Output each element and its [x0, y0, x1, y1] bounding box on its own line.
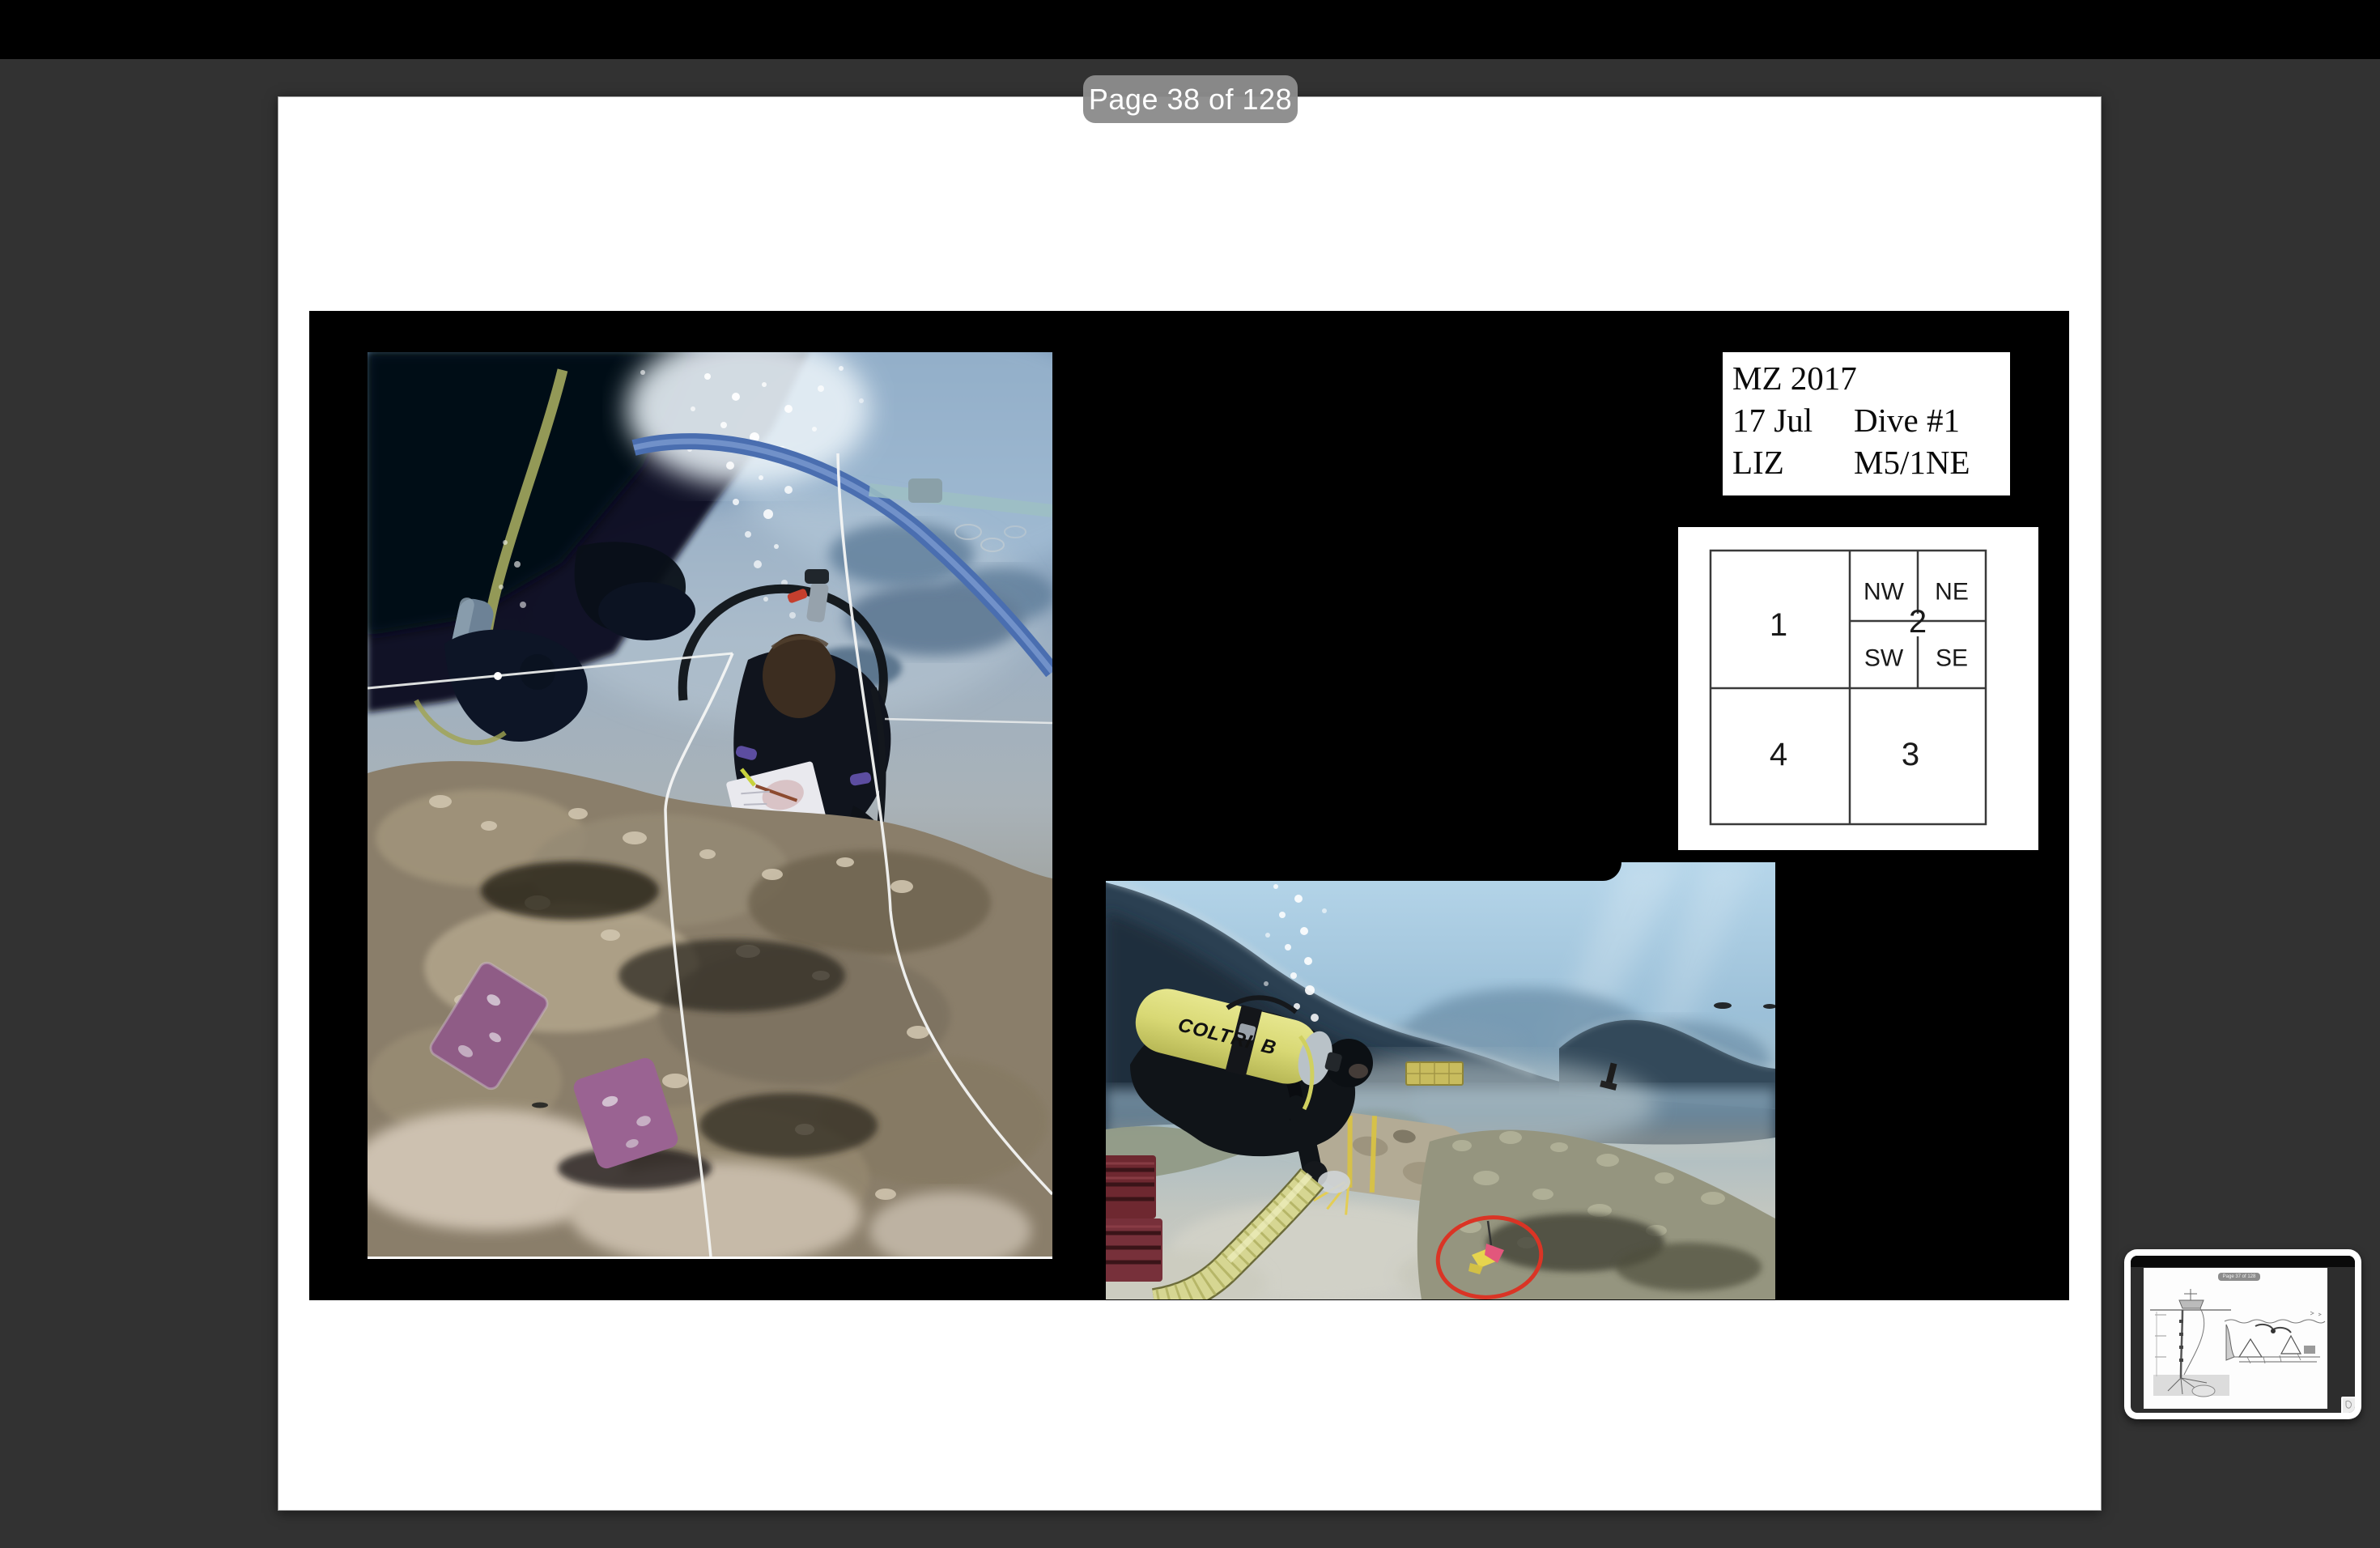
- small-fish: [532, 1103, 548, 1108]
- grid-label-4: 4: [1770, 737, 1787, 772]
- quadrant-grid-diagram: 1 2 3 4 NW NE SW SE: [1678, 527, 2038, 850]
- top-menu-bar: [0, 0, 2380, 59]
- page-indicator-label: Page 38 of 128: [1089, 83, 1292, 117]
- pip-nested-thumbnail: [2341, 1397, 2355, 1413]
- yellow-crate: [1406, 1062, 1463, 1085]
- pip-diagram-excavation: [2223, 1307, 2327, 1373]
- grid-label-2: 2: [1909, 604, 1927, 640]
- grid-label-3: 3: [1902, 737, 1919, 772]
- maroon-crates: [1106, 1155, 1162, 1282]
- left-photo-underwater-survey: [368, 352, 1052, 1259]
- grid-label-se: SE: [1936, 645, 1968, 672]
- grid-label-1: 1: [1770, 607, 1787, 643]
- dive-info-project: MZ 2017: [1732, 357, 1857, 399]
- photo-corner-notch: [1106, 862, 1621, 881]
- grid-label-nw: NW: [1864, 579, 1905, 606]
- dive-info-site: LIZ: [1732, 441, 1854, 483]
- pip-top-bar: [2131, 1256, 2355, 1267]
- fish: [1714, 1002, 1732, 1009]
- dive-info-grid-ref: M5/1NE: [1854, 441, 1970, 483]
- pip-document-page: Page 37 of 128: [2144, 1268, 2327, 1409]
- page-indicator-pill: Page 38 of 128: [1083, 75, 1298, 123]
- pip-desktop: Page 37 of 128: [2131, 1256, 2355, 1413]
- grid-label-sw: SW: [1864, 645, 1904, 672]
- dive-info-box: MZ 2017 17 Jul Dive #1 LIZ M5/1NE: [1723, 352, 2010, 495]
- desktop-background: Page 38 of 128: [0, 0, 2380, 1548]
- dive-info-dive-number: Dive #1: [1854, 399, 1960, 441]
- grid-label-ne: NE: [1935, 579, 1969, 606]
- dive-info-date: 17 Jul: [1732, 399, 1854, 441]
- pip-thumbnail-window[interactable]: Page 37 of 128: [2124, 1249, 2361, 1419]
- right-photo-excavation: COLTRI B: [1106, 862, 1775, 1299]
